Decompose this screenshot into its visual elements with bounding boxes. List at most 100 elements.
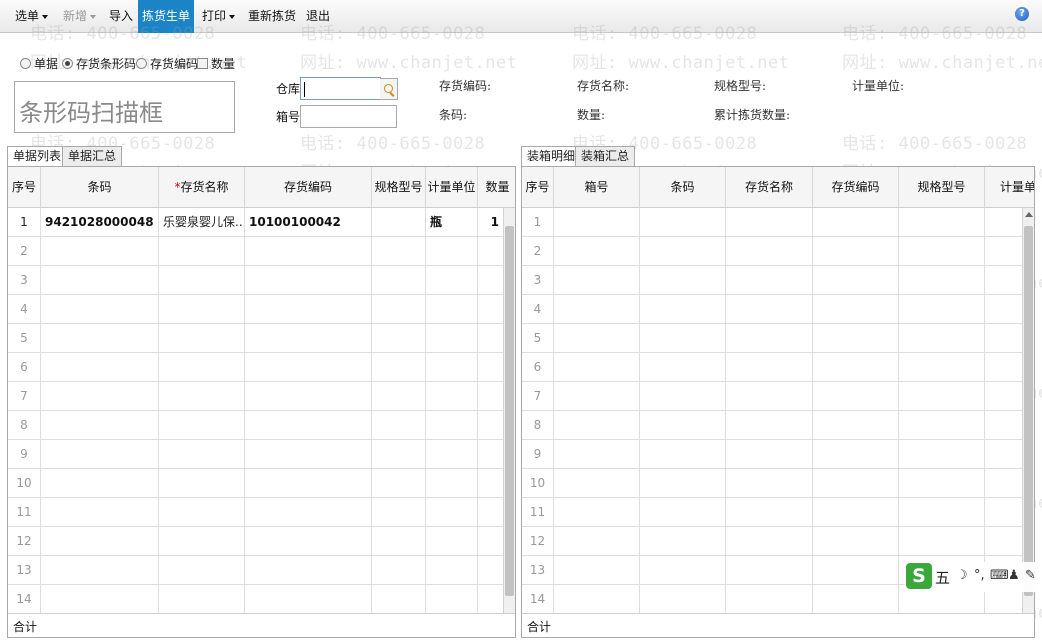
cell[interactable] <box>554 266 640 294</box>
cell[interactable] <box>985 266 1022 294</box>
ime-toolbar[interactable]: S 五 ☽ °, ⌨ ♟ ✎ <box>904 562 1042 592</box>
cell[interactable] <box>899 353 985 381</box>
cell[interactable] <box>813 382 899 410</box>
cell[interactable] <box>813 556 899 584</box>
cell[interactable] <box>899 266 985 294</box>
cell[interactable] <box>478 324 503 352</box>
vertical-scrollbar[interactable] <box>503 208 515 614</box>
cell[interactable] <box>372 295 426 323</box>
cell[interactable] <box>426 411 478 439</box>
cell[interactable] <box>726 556 813 584</box>
cell[interactable] <box>899 527 985 555</box>
cell[interactable] <box>478 469 503 497</box>
cell[interactable] <box>813 585 899 613</box>
cell[interactable] <box>245 440 372 468</box>
cell[interactable] <box>640 237 726 265</box>
cell[interactable] <box>372 585 426 613</box>
cell[interactable] <box>554 353 640 381</box>
table-row[interactable]: 5 <box>8 324 503 353</box>
cell[interactable] <box>813 295 899 323</box>
select-menu-button[interactable]: 选单 <box>15 0 49 33</box>
table-row[interactable]: 3 <box>8 266 503 295</box>
cell[interactable] <box>478 527 503 555</box>
cell[interactable] <box>554 527 640 555</box>
settings-wrench-icon[interactable]: ✎ <box>1025 568 1036 583</box>
cell[interactable] <box>41 353 159 381</box>
table-row[interactable]: 4 <box>8 295 503 324</box>
cell[interactable] <box>478 382 503 410</box>
cell[interactable] <box>426 469 478 497</box>
cell[interactable] <box>640 295 726 323</box>
table-row[interactable]: 1 9421028000048 乐婴泉婴儿保... 10100100042 瓶 … <box>8 208 503 237</box>
cell[interactable] <box>478 556 503 584</box>
help-icon[interactable]: ? <box>1015 7 1029 21</box>
import-button[interactable]: 导入 <box>109 0 133 33</box>
col-header-barcode[interactable]: 条码 <box>640 167 726 208</box>
cell[interactable] <box>640 527 726 555</box>
col-header-qty[interactable]: 数量 <box>478 167 515 208</box>
cell[interactable] <box>640 556 726 584</box>
cell[interactable] <box>245 237 372 265</box>
cell[interactable] <box>640 208 726 236</box>
cell[interactable] <box>813 324 899 352</box>
cell[interactable] <box>985 237 1022 265</box>
cell[interactable] <box>159 411 245 439</box>
cell[interactable] <box>372 266 426 294</box>
cell-name[interactable]: 乐婴泉婴儿保... <box>159 208 245 236</box>
cell[interactable] <box>726 382 813 410</box>
cell[interactable] <box>478 353 503 381</box>
cell[interactable] <box>159 353 245 381</box>
cell[interactable] <box>478 411 503 439</box>
cell[interactable] <box>159 266 245 294</box>
cell[interactable] <box>372 324 426 352</box>
cell[interactable] <box>372 440 426 468</box>
table-row[interactable]: 8 <box>8 411 503 440</box>
cell[interactable] <box>426 295 478 323</box>
cell[interactable] <box>985 527 1022 555</box>
cell[interactable] <box>426 237 478 265</box>
cell[interactable] <box>726 324 813 352</box>
cell[interactable] <box>726 353 813 381</box>
cell[interactable] <box>726 208 813 236</box>
cell[interactable] <box>640 498 726 526</box>
table-row[interactable]: 5 <box>522 324 1022 353</box>
cell[interactable] <box>245 498 372 526</box>
cell[interactable] <box>41 237 159 265</box>
cell[interactable] <box>899 295 985 323</box>
col-header-name[interactable]: *存货名称 <box>159 167 245 208</box>
cell[interactable] <box>159 469 245 497</box>
cell[interactable] <box>899 411 985 439</box>
table-row[interactable]: 1 <box>522 208 1022 237</box>
cell[interactable] <box>426 324 478 352</box>
cell-qty[interactable]: 1 <box>478 208 503 236</box>
cell[interactable] <box>159 324 245 352</box>
cell[interactable] <box>245 411 372 439</box>
cell[interactable] <box>554 237 640 265</box>
cell[interactable] <box>41 382 159 410</box>
generate-picking-order-button[interactable]: 拣货生单 <box>138 0 194 33</box>
cell[interactable] <box>426 585 478 613</box>
cell[interactable] <box>985 498 1022 526</box>
cell[interactable] <box>478 585 503 613</box>
cell-spec[interactable] <box>372 208 426 236</box>
cell[interactable] <box>554 295 640 323</box>
add-menu-button[interactable]: 新增 <box>63 0 97 33</box>
cell[interactable] <box>813 469 899 497</box>
cell[interactable] <box>426 527 478 555</box>
cell[interactable] <box>554 498 640 526</box>
cell[interactable] <box>426 382 478 410</box>
table-row[interactable]: 6 <box>8 353 503 382</box>
table-row[interactable]: 11 <box>522 498 1022 527</box>
punctuation-icon[interactable]: °, <box>974 568 985 583</box>
warehouse-input[interactable] <box>300 77 381 100</box>
table-row[interactable]: 10 <box>8 469 503 498</box>
table-row[interactable]: 11 <box>8 498 503 527</box>
cell[interactable] <box>159 527 245 555</box>
cell[interactable] <box>813 527 899 555</box>
table-row[interactable]: 6 <box>522 353 1022 382</box>
col-header-no[interactable]: 序号 <box>8 167 41 208</box>
cell[interactable] <box>372 353 426 381</box>
cell[interactable] <box>41 266 159 294</box>
cell[interactable] <box>41 527 159 555</box>
cell[interactable] <box>813 498 899 526</box>
